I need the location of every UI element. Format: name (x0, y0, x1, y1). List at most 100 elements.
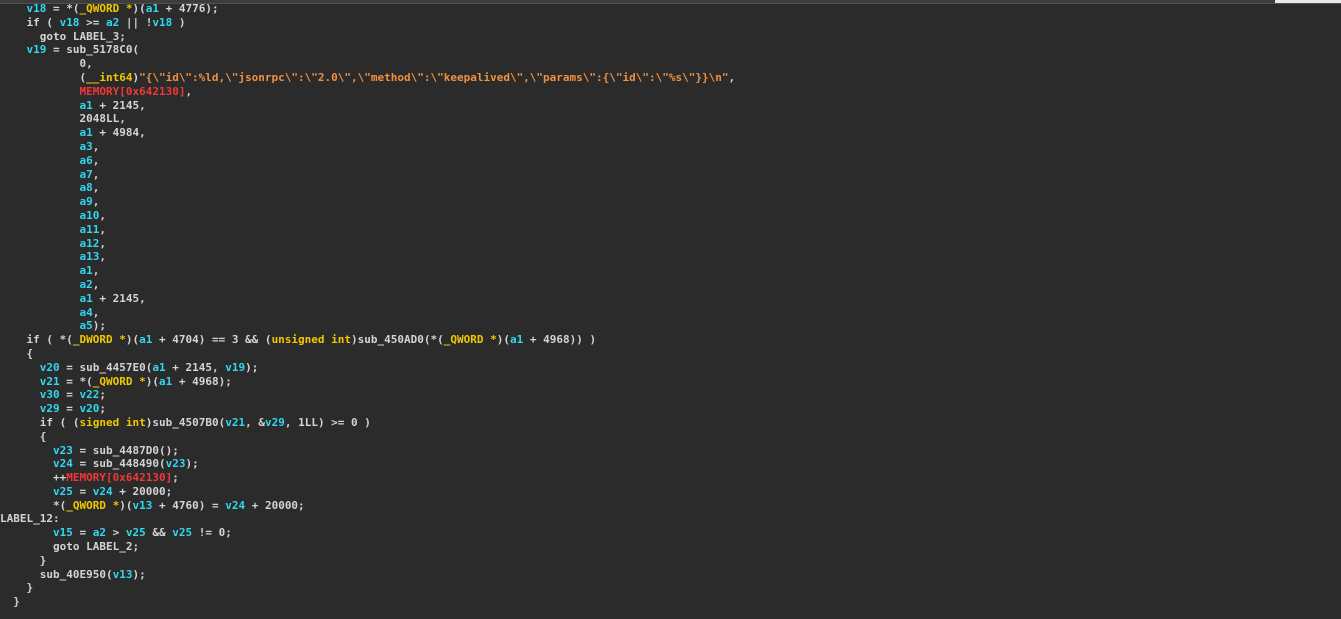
code-line[interactable]: a1 + 4984, (0, 126, 735, 140)
code-line[interactable]: a12, (0, 237, 735, 251)
code-token-var: a2 (105, 15, 120, 29)
code-token-plain: != 0; (192, 526, 232, 540)
code-line[interactable]: 2048LL, (0, 112, 735, 126)
code-token-plain: = *( (46, 2, 80, 15)
code-token-plain: = sub_4487D0(); (72, 443, 179, 457)
code-line[interactable]: goto LABEL_3; (0, 30, 735, 44)
code-token-plain: ; (99, 388, 106, 402)
code-token-plain: + 4968); (172, 374, 232, 388)
code-token-var: a2 (79, 277, 93, 291)
code-line[interactable]: LABEL_12: (0, 512, 735, 526)
code-lines[interactable]: v18 = *(_QWORD *)(a1 + 4776); if ( v18 >… (0, 2, 735, 609)
code-token-var: a3 (79, 139, 93, 153)
code-line[interactable]: 0, (0, 57, 735, 71)
code-line[interactable]: a8, (0, 181, 735, 195)
code-line[interactable]: a1 + 2145, (0, 292, 735, 306)
code-line[interactable]: { (0, 430, 735, 444)
code-line[interactable]: a7, (0, 168, 735, 182)
code-line[interactable]: v23 = sub_4487D0(); (0, 444, 735, 458)
code-token-var: a1 (139, 333, 153, 347)
code-line[interactable]: a13, (0, 250, 735, 264)
code-token-var: v18 (59, 15, 80, 29)
code-token-var: a1 (79, 126, 93, 140)
top-right-panel (1275, 0, 1341, 3)
code-line[interactable]: (__int64)"{\"id\":%ld,\"jsonrpc\":\"2.0\… (0, 71, 735, 85)
code-line[interactable]: a11, (0, 223, 735, 237)
code-token-var: v24 (92, 484, 113, 498)
code-line[interactable]: if ( *(_DWORD *)(a1 + 4704) == 3 && (uns… (0, 333, 735, 347)
code-line[interactable]: { (0, 347, 735, 361)
code-token-type: _QWORD * (443, 333, 497, 347)
code-line[interactable]: } (0, 554, 735, 568)
code-line[interactable]: MEMORY[0x642130], (0, 85, 735, 99)
code-line[interactable]: v19 = sub_5178C0( (0, 43, 735, 57)
code-line[interactable]: *(_QWORD *)(v13 + 4760) = v24 + 20000; (0, 499, 735, 513)
code-line[interactable]: sub_40E950(v13); (0, 568, 735, 582)
code-token-plain: , (92, 181, 100, 195)
pseudocode-view[interactable]: v18 = *(_QWORD *)(a1 + 4776); if ( v18 >… (0, 0, 1341, 619)
code-token-plain: { (0, 429, 47, 443)
code-line[interactable]: v21 = *(_QWORD *)(a1 + 4968); (0, 375, 735, 389)
code-line[interactable]: goto LABEL_2; (0, 540, 735, 554)
code-token-plain: || ! (119, 15, 153, 29)
code-token-plain: ++ (0, 471, 67, 485)
code-token-plain: , (185, 84, 193, 98)
code-token-var: v20 (39, 360, 60, 374)
code-line[interactable]: v18 = *(_QWORD *)(a1 + 4776); (0, 2, 735, 16)
code-line[interactable]: a10, (0, 209, 735, 223)
code-line[interactable]: if ( (signed int)sub_4507B0(v21, &v29, 1… (0, 416, 735, 430)
code-line[interactable]: a6, (0, 154, 735, 168)
code-token-plain: } (0, 553, 47, 567)
code-line[interactable]: a1 + 2145, (0, 99, 735, 113)
code-line[interactable]: ++MEMORY[0x642130]; (0, 471, 735, 485)
code-token-mem: MEMORY[0x642130] (66, 471, 173, 485)
code-line[interactable]: a9, (0, 195, 735, 209)
code-token-plain: ; (99, 402, 106, 416)
code-line[interactable]: v29 = v20; (0, 402, 735, 416)
code-line[interactable]: if ( v18 >= a2 || !v18 ) (0, 16, 735, 30)
code-token-plain: = (59, 388, 80, 402)
code-token-type: __int64 (86, 70, 133, 84)
code-token-plain: ); (92, 319, 106, 333)
code-token-plain: 2048LL, (0, 112, 126, 126)
code-token-var: v18 (26, 2, 47, 15)
code-line[interactable]: a1, (0, 264, 735, 278)
code-line[interactable]: v25 = v24 + 20000; (0, 485, 735, 499)
code-line[interactable]: } (0, 581, 735, 595)
code-token-type: _QWORD * (66, 498, 120, 512)
code-token-var: a10 (79, 208, 100, 222)
code-line[interactable]: a2, (0, 278, 735, 292)
code-line[interactable]: v15 = a2 > v25 && v25 != 0; (0, 526, 735, 540)
code-token-var: a13 (79, 250, 100, 264)
code-line[interactable]: a5); (0, 319, 735, 333)
code-token-plain: , (99, 208, 106, 222)
code-line[interactable]: a3, (0, 140, 735, 154)
code-token-var: v25 (125, 526, 146, 540)
code-token-var: v29 (39, 402, 60, 416)
code-token-plain: , (92, 277, 100, 291)
code-line[interactable]: v24 = sub_448490(v23); (0, 457, 735, 471)
code-token-var: v25 (172, 526, 193, 540)
code-token-plain: , (99, 250, 106, 264)
code-token-var: v24 (225, 498, 246, 512)
code-token-var: a1 (152, 360, 166, 374)
code-token-plain: = (59, 402, 80, 416)
code-line[interactable]: v20 = sub_4457E0(a1 + 2145, v19); (0, 361, 735, 375)
code-token-var: a1 (79, 98, 93, 112)
code-token-plain: = sub_5178C0( (46, 43, 140, 57)
code-token-type: _QWORD * (79, 2, 133, 15)
code-line[interactable]: a4, (0, 306, 735, 320)
code-line[interactable]: v30 = v22; (0, 388, 735, 402)
code-line[interactable]: } (0, 595, 735, 609)
